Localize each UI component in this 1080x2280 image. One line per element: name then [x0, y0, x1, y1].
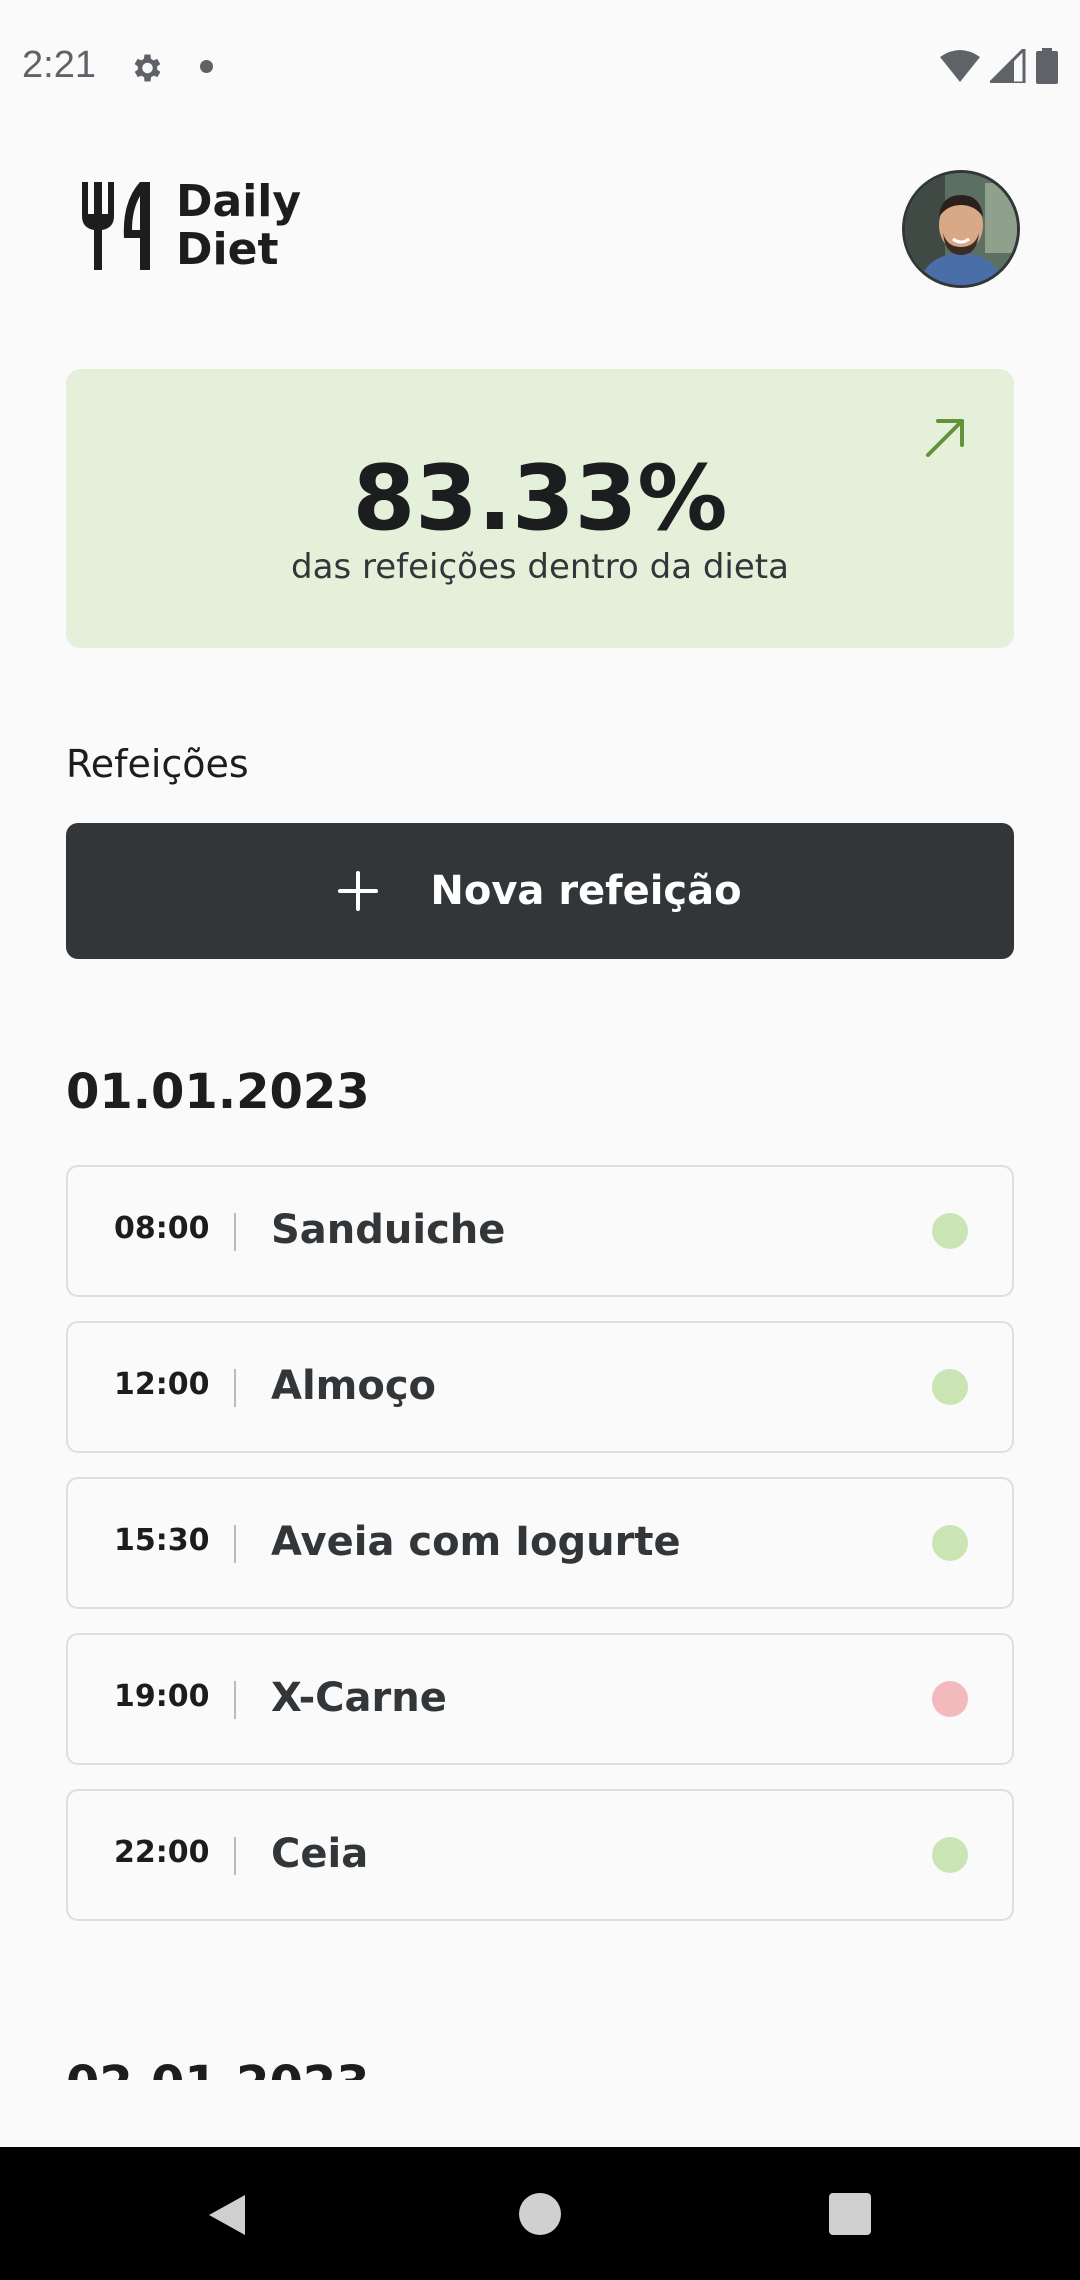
- meal-item[interactable]: 19:00 X-Carne: [66, 1633, 1014, 1765]
- cell-signal-icon: [990, 49, 1026, 83]
- new-meal-button[interactable]: Nova refeição: [66, 823, 1014, 959]
- meal-time: 08:00: [114, 1211, 210, 1246]
- status-time: 2:21: [22, 44, 96, 86]
- out-of-diet-status-indicator: [932, 1681, 968, 1717]
- wifi-icon: [940, 50, 980, 82]
- meal-divider: [234, 1213, 236, 1251]
- settings-gear-icon: [134, 54, 161, 82]
- status-bar: 2:21: [0, 0, 1080, 130]
- meal-name: Ceia: [271, 1831, 369, 1877]
- back-icon[interactable]: [205, 2191, 249, 2239]
- meal-name: Almoço: [271, 1363, 437, 1409]
- arrow-up-right-icon[interactable]: [922, 413, 970, 461]
- meal-time: 19:00: [114, 1679, 210, 1714]
- fork-knife-logo-icon: [82, 182, 150, 270]
- in-diet-status-indicator: [932, 1525, 968, 1561]
- next-day-group: 02.01.2023: [0, 2040, 1080, 2080]
- meal-name: X-Carne: [271, 1675, 447, 1721]
- meals-section-title: Refeições: [66, 742, 249, 786]
- battery-icon: [1036, 48, 1058, 84]
- user-avatar[interactable]: [902, 170, 1020, 288]
- meal-list: 08:00 Sanduiche 12:00 Almoço 15:30 Aveia…: [66, 1165, 1014, 1945]
- notification-dot-icon: [200, 60, 213, 73]
- in-diet-status-indicator: [932, 1213, 968, 1249]
- day-date-heading: 02.01.2023: [66, 2056, 370, 2080]
- meal-time: 15:30: [114, 1523, 210, 1558]
- meal-divider: [234, 1681, 236, 1719]
- meal-item[interactable]: 12:00 Almoço: [66, 1321, 1014, 1453]
- in-diet-status-indicator: [932, 1837, 968, 1873]
- diet-percentage: 83.33%: [352, 446, 728, 551]
- plus-icon: [338, 871, 379, 911]
- meal-item[interactable]: 08:00 Sanduiche: [66, 1165, 1014, 1297]
- recents-icon[interactable]: [829, 2193, 871, 2235]
- in-diet-status-indicator: [932, 1369, 968, 1405]
- diet-stats-card[interactable]: 83.33% das refeições dentro da dieta: [66, 369, 1014, 648]
- meal-name: Aveia com Iogurte: [271, 1519, 681, 1565]
- user-avatar-photo-icon: [905, 173, 1017, 285]
- meal-time: 22:00: [114, 1835, 210, 1870]
- meal-time: 12:00: [114, 1367, 210, 1402]
- meal-divider: [234, 1369, 236, 1407]
- meal-item[interactable]: 22:00 Ceia: [66, 1789, 1014, 1921]
- diet-percentage-label: das refeições dentro da dieta: [291, 547, 789, 587]
- meal-divider: [234, 1525, 236, 1563]
- status-icons: [940, 48, 1058, 84]
- meal-item[interactable]: 15:30 Aveia com Iogurte: [66, 1477, 1014, 1609]
- meal-divider: [234, 1837, 236, 1875]
- logo-text: Daily Diet: [176, 176, 302, 275]
- app-logo: Daily Diet: [78, 178, 301, 274]
- system-navigation-bar: [0, 2147, 1080, 2280]
- meal-name: Sanduiche: [271, 1207, 506, 1253]
- new-meal-label: Nova refeição: [430, 868, 742, 914]
- home-icon[interactable]: [519, 2193, 561, 2235]
- day-date-heading: 01.01.2023: [66, 1064, 370, 1120]
